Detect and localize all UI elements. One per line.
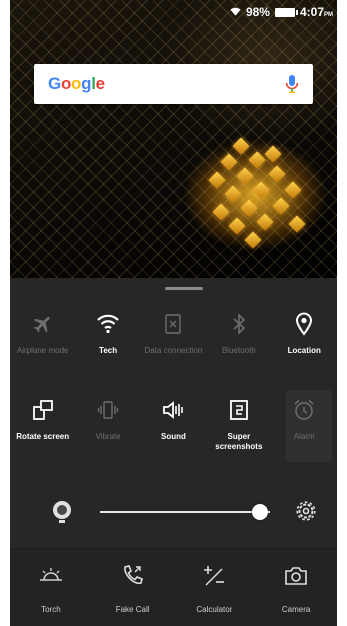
wifi-signal-icon [230, 7, 241, 16]
shortcut-label: Camera [281, 605, 311, 614]
toggle-label: Location [287, 346, 321, 355]
gear-icon[interactable] [295, 500, 317, 522]
toggle-row-2: Rotate screen Vibrate Sound Super screen… [10, 396, 337, 452]
clock-suffix: PM [324, 12, 333, 18]
sound-icon [159, 396, 187, 424]
toggle-label: Vibrate [95, 432, 121, 441]
battery-percent: 98% [245, 5, 270, 19]
toggle-label: Alarm [293, 432, 315, 441]
brightness-row [10, 496, 337, 526]
shortcut-camera[interactable]: Camera [255, 549, 337, 626]
toggle-label: Sound [161, 432, 186, 441]
wallpaper [10, 0, 337, 278]
toggle-label: Rotate screen [16, 432, 70, 441]
clock-time: 4:07 [299, 5, 324, 19]
shortcut-calculator[interactable]: Calculator [174, 549, 256, 626]
brightness-track[interactable] [100, 511, 270, 513]
toggle-wifi[interactable]: Tech [75, 310, 140, 356]
airplane-icon [29, 310, 57, 338]
bluetooth-icon [225, 310, 253, 338]
battery-icon [274, 7, 298, 17]
toggle-alarm[interactable]: Alarm [272, 396, 337, 452]
toggle-super-screenshots[interactable]: Super screenshots [206, 396, 271, 452]
phone-screen: 98% 4:07PM Google Airplane mode Tech Dat… [10, 0, 337, 626]
fake-call-icon [118, 561, 148, 591]
screenshot-icon [225, 396, 253, 424]
toggle-label: Airplane mode [16, 346, 69, 355]
toggle-label: Data connection [144, 346, 203, 355]
vibrate-icon [94, 396, 122, 424]
panel-drag-handle[interactable] [165, 287, 203, 290]
mic-icon[interactable] [285, 74, 299, 94]
google-search-bar[interactable]: Google [34, 64, 313, 104]
status-bar: 98% 4:07PM [10, 0, 337, 24]
control-panel: Airplane mode Tech Data connection Bluet… [10, 278, 337, 626]
shortcut-torch[interactable]: Torch [10, 549, 92, 626]
toggle-row-1: Airplane mode Tech Data connection Bluet… [10, 310, 337, 356]
toggle-vibrate[interactable]: Vibrate [75, 396, 140, 452]
camera-icon [281, 561, 311, 591]
toggle-data-connection[interactable]: Data connection [141, 310, 206, 356]
brightness-thumb[interactable] [251, 504, 268, 520]
auto-brightness-icon[interactable] [50, 499, 74, 525]
shortcut-fake-call[interactable]: Fake Call [92, 549, 174, 626]
toggle-bluetooth[interactable]: Bluetooth [206, 310, 271, 356]
alarm-icon [290, 396, 318, 424]
wifi-icon [94, 310, 122, 338]
toggle-rotate-screen[interactable]: Rotate screen [10, 396, 75, 452]
toggle-location[interactable]: Location [272, 310, 337, 356]
data-connection-icon [159, 310, 187, 338]
shortcut-label: Torch [41, 605, 61, 614]
torch-icon [36, 561, 66, 591]
location-icon [290, 310, 318, 338]
toggle-label: Super screenshots [215, 432, 263, 451]
rotate-icon [29, 396, 57, 424]
shortcut-label: Calculator [196, 605, 233, 614]
calculator-icon [199, 561, 229, 591]
toggle-label: Bluetooth [221, 346, 256, 355]
toggle-label: Tech [99, 346, 118, 355]
google-logo: Google [48, 74, 105, 93]
shortcut-label: Fake Call [115, 605, 150, 614]
clock: 4:07PM [300, 5, 333, 19]
toggle-airplane-mode[interactable]: Airplane mode [10, 310, 75, 356]
shortcut-bar: Torch Fake Call Calculator Camera [10, 548, 337, 626]
wallpaper-tiles [195, 130, 315, 260]
toggle-sound[interactable]: Sound [141, 396, 206, 452]
